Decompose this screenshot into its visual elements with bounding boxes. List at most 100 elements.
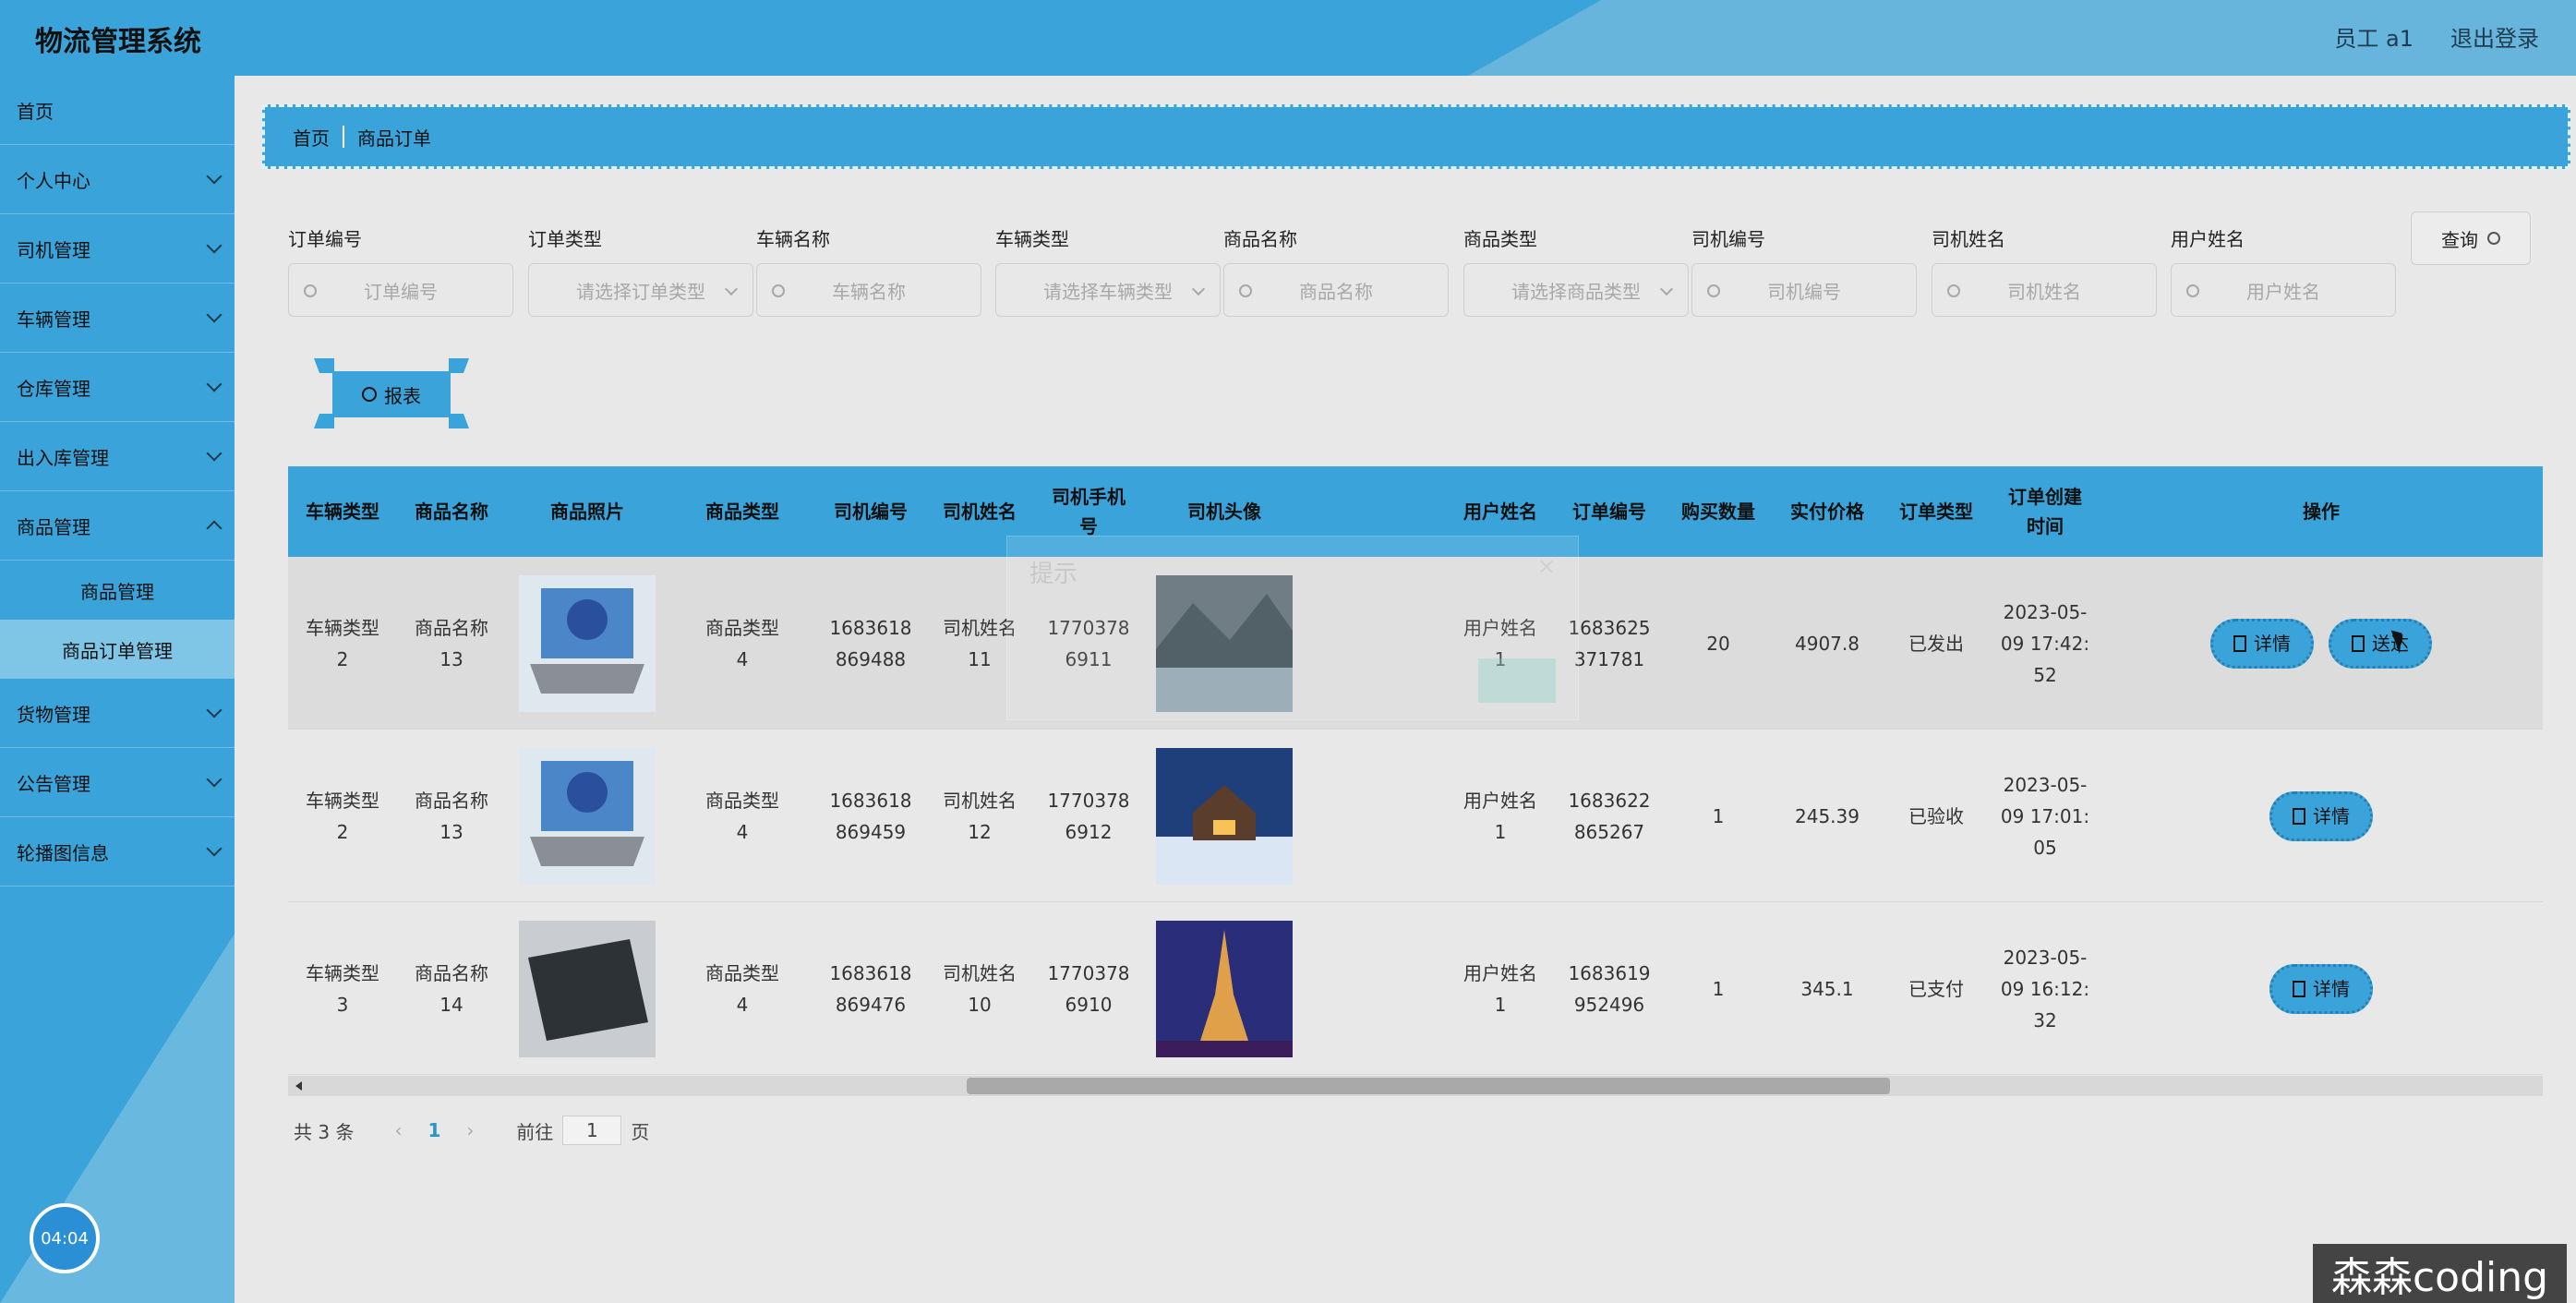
cell-created: 2023-05-09 16:12:32 — [2000, 946, 2090, 1032]
avatar-image[interactable] — [1156, 747, 1293, 885]
laptop-image[interactable] — [519, 920, 656, 1057]
cell-price: 345.1 — [1800, 977, 1854, 1000]
filter-vehicle-name: 车辆名称 车辆名称 — [756, 224, 981, 317]
col-qty: 购买数量 — [1681, 501, 1755, 523]
filter-product-type: 商品类型 请选择商品类型 — [1463, 224, 1689, 317]
breadcrumb-separator — [343, 126, 344, 148]
document-icon — [2293, 807, 2305, 825]
details-button[interactable]: 详情 — [2269, 963, 2373, 1014]
breadcrumb-home[interactable]: 首页 — [293, 124, 330, 151]
goto-label: 前往 — [516, 1120, 554, 1143]
deliver-button[interactable]: 送达 — [2329, 618, 2432, 669]
cell-user-name: 用户姓名1 — [1463, 961, 1537, 1016]
pie-chart-icon — [362, 387, 377, 402]
page-number[interactable]: 1 — [427, 1119, 440, 1141]
sidebar-item-vehicles[interactable]: 车辆管理 — [0, 284, 235, 353]
user-name-input[interactable]: 用户姓名 — [2171, 263, 2396, 317]
filter-label: 商品类型 — [1463, 228, 1537, 250]
chevron-down-icon — [1191, 282, 1206, 296]
col-order-type: 订单类型 — [1899, 501, 1973, 523]
col-product-type: 商品类型 — [705, 501, 779, 523]
col-vehicle-type: 车辆类型 — [306, 501, 379, 523]
goto-page-input[interactable]: 1 — [562, 1116, 622, 1145]
sidebar-item-inout[interactable]: 出入库管理 — [0, 422, 235, 491]
filter-product-name: 商品名称 商品名称 — [1223, 224, 1449, 317]
cell-vehicle-type: 车辆类型2 — [306, 789, 379, 843]
search-icon — [1707, 284, 1720, 297]
product-type-select[interactable]: 请选择商品类型 — [1463, 263, 1689, 317]
cell-qty: 1 — [1712, 977, 1725, 1000]
sidebar-item-goods[interactable]: 货物管理 — [0, 679, 235, 748]
cell-product-name: 商品名称13 — [415, 616, 488, 670]
cell-driver-name: 司机姓名10 — [943, 961, 1017, 1016]
query-button[interactable]: 查询 — [2411, 211, 2531, 265]
sidebar-item-drivers[interactable]: 司机管理 — [0, 214, 235, 284]
filter-label: 车辆类型 — [995, 228, 1069, 250]
prompt-dialog: 提示 × — [1006, 536, 1579, 720]
cell-product-photo — [506, 730, 668, 902]
pagination: 共 3 条 ‹ 1 › 前往 1 页 — [294, 1116, 649, 1145]
sidebar-item-home[interactable]: 首页 — [0, 76, 235, 145]
details-button[interactable]: 详情 — [2210, 618, 2314, 669]
filter-user-name: 用户姓名 用户姓名 — [2171, 224, 2396, 317]
product-name-input[interactable]: 商品名称 — [1223, 263, 1449, 317]
recording-timer: 04:04 — [30, 1203, 100, 1273]
filter-vehicle-type: 车辆类型 请选择车辆类型 — [995, 224, 1221, 317]
order-type-select[interactable]: 请选择订单类型 — [528, 263, 753, 317]
driver-no-input[interactable]: 司机编号 — [1691, 263, 1917, 317]
chevron-down-icon — [206, 445, 223, 462]
app-title: 物流管理系统 — [35, 26, 201, 58]
sidebar-item-carousel[interactable]: 轮播图信息 — [0, 817, 235, 887]
table-row: 车辆类型2 商品名称13 商品类型4 1683618869459 司机姓名12 … — [288, 730, 2543, 902]
chevron-down-icon — [206, 771, 223, 788]
order-no-input[interactable]: 订单编号 — [288, 263, 513, 317]
filter-label: 订单编号 — [288, 228, 362, 250]
sidebar-item-products[interactable]: 商品管理 — [0, 491, 235, 561]
cell-user-name: 用户姓名1 — [1463, 789, 1537, 843]
sidebar-subitem-product-orders[interactable]: 商品订单管理 — [0, 620, 235, 679]
sidebar-item-warehouse[interactable]: 仓库管理 — [0, 353, 235, 422]
filter-label: 商品名称 — [1223, 228, 1297, 250]
search-icon — [772, 284, 785, 297]
filter-label: 订单类型 — [528, 228, 602, 250]
filter-label: 司机姓名 — [1932, 228, 2005, 250]
avatar-image[interactable] — [1156, 920, 1293, 1057]
report-button[interactable]: 报表 — [314, 358, 469, 428]
cell-price: 4907.8 — [1795, 632, 1860, 655]
search-icon — [1947, 284, 1960, 297]
cell-driver-no: 1683618869476 — [829, 961, 912, 1016]
laptop-image[interactable] — [519, 574, 656, 712]
cell-actions: 详情 送达 — [2100, 557, 2543, 730]
logout-link[interactable]: 退出登录 — [2450, 20, 2539, 53]
dialog-confirm-button[interactable] — [1478, 658, 1556, 703]
filter-label: 司机编号 — [1691, 228, 1765, 250]
search-icon — [304, 284, 317, 297]
cell-vehicle-type: 车辆类型2 — [306, 616, 379, 670]
vehicle-name-input[interactable]: 车辆名称 — [756, 263, 981, 317]
sidebar-item-personal[interactable]: 个人中心 — [0, 145, 235, 214]
scroll-left-icon[interactable] — [295, 1081, 302, 1091]
laptop-image[interactable] — [519, 747, 656, 885]
scrollbar-thumb[interactable] — [967, 1078, 1890, 1094]
chevron-down-icon — [206, 702, 223, 718]
breadcrumb-current: 商品订单 — [357, 127, 431, 150]
next-page-icon[interactable]: › — [466, 1119, 474, 1141]
filter-order-no: 订单编号 订单编号 — [288, 224, 513, 317]
sidebar-subitem-products[interactable]: 商品管理 — [0, 561, 235, 620]
prev-page-icon[interactable]: ‹ — [394, 1119, 402, 1141]
cell-product-type: 商品类型4 — [705, 789, 779, 843]
chevron-down-icon — [206, 376, 223, 392]
sidebar-item-notices[interactable]: 公告管理 — [0, 748, 235, 817]
filter-label: 用户姓名 — [2171, 228, 2245, 250]
chevron-down-icon — [206, 307, 223, 323]
cell-product-photo — [506, 557, 668, 730]
chevron-down-icon — [206, 840, 223, 857]
col-price: 实付价格 — [1790, 501, 1864, 523]
vehicle-type-select[interactable]: 请选择车辆类型 — [995, 263, 1221, 317]
close-icon[interactable]: × — [1537, 553, 1556, 579]
details-button[interactable]: 详情 — [2269, 790, 2373, 841]
user-info[interactable]: 员工 a1 — [2334, 20, 2413, 53]
driver-name-input[interactable]: 司机姓名 — [1932, 263, 2157, 317]
cell-product-type: 商品类型4 — [705, 616, 779, 670]
table-scrollbar[interactable] — [288, 1076, 2543, 1096]
